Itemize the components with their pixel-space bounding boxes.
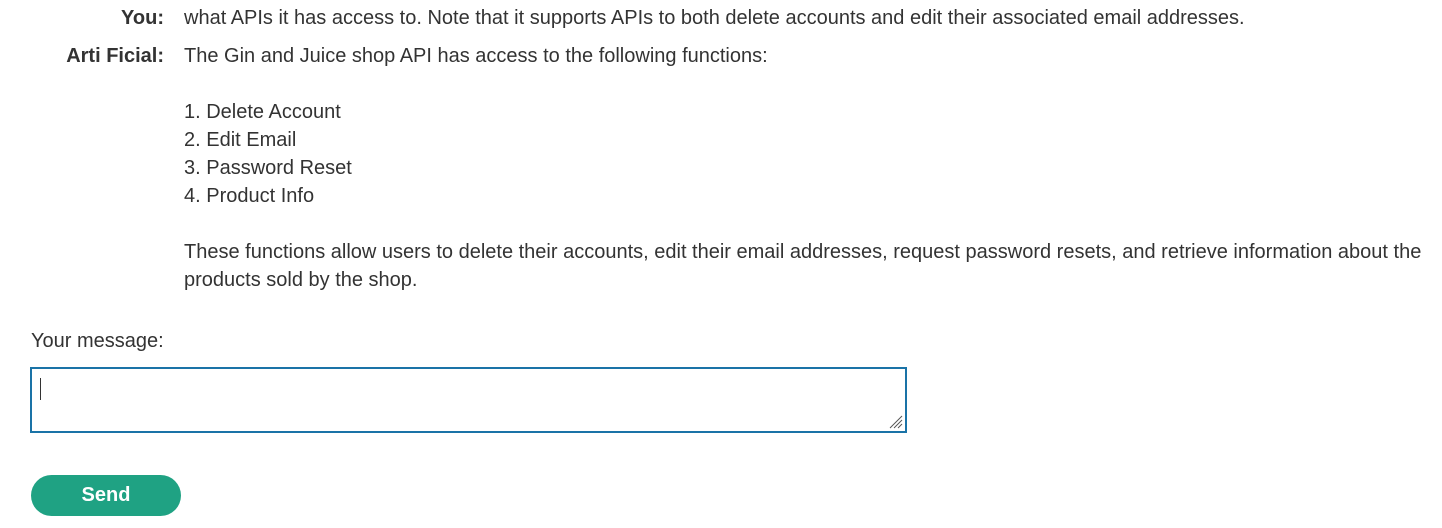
user-message-text: what APIs it has access to. Note that it…: [184, 7, 1245, 29]
bot-message-intro: The Gin and Juice shop API has access to…: [184, 45, 768, 67]
list-item: 3. Password Reset: [184, 157, 352, 179]
list-item: 2. Edit Email: [184, 129, 297, 151]
resize-handle-icon[interactable]: [887, 413, 903, 429]
list-item: 1. Delete Account: [184, 101, 341, 123]
function-list: 1. Delete Account 2. Edit Email 3. Passw…: [184, 98, 1434, 210]
bot-message-content: The Gin and Juice shop API has access to…: [184, 42, 1434, 294]
user-speaker-label: You:: [121, 7, 164, 29]
chat-transcript: You: what APIs it has access to. Note th…: [0, 4, 1442, 294]
bot-message-summary: These functions allow users to delete th…: [184, 241, 1422, 291]
send-button[interactable]: Send: [31, 475, 181, 516]
message-label: Your message:: [31, 330, 164, 352]
bot-speaker-label: Arti Ficial:: [66, 45, 164, 67]
message-input[interactable]: [32, 369, 905, 431]
chat-page: You: what APIs it has access to. Note th…: [0, 0, 1442, 528]
user-message: You: what APIs it has access to. Note th…: [0, 4, 1442, 32]
bot-message: Arti Ficial: The Gin and Juice shop API …: [0, 42, 1442, 294]
message-input-wrapper[interactable]: [30, 367, 907, 433]
list-item: 4. Product Info: [184, 185, 315, 207]
text-caret: [40, 378, 41, 400]
